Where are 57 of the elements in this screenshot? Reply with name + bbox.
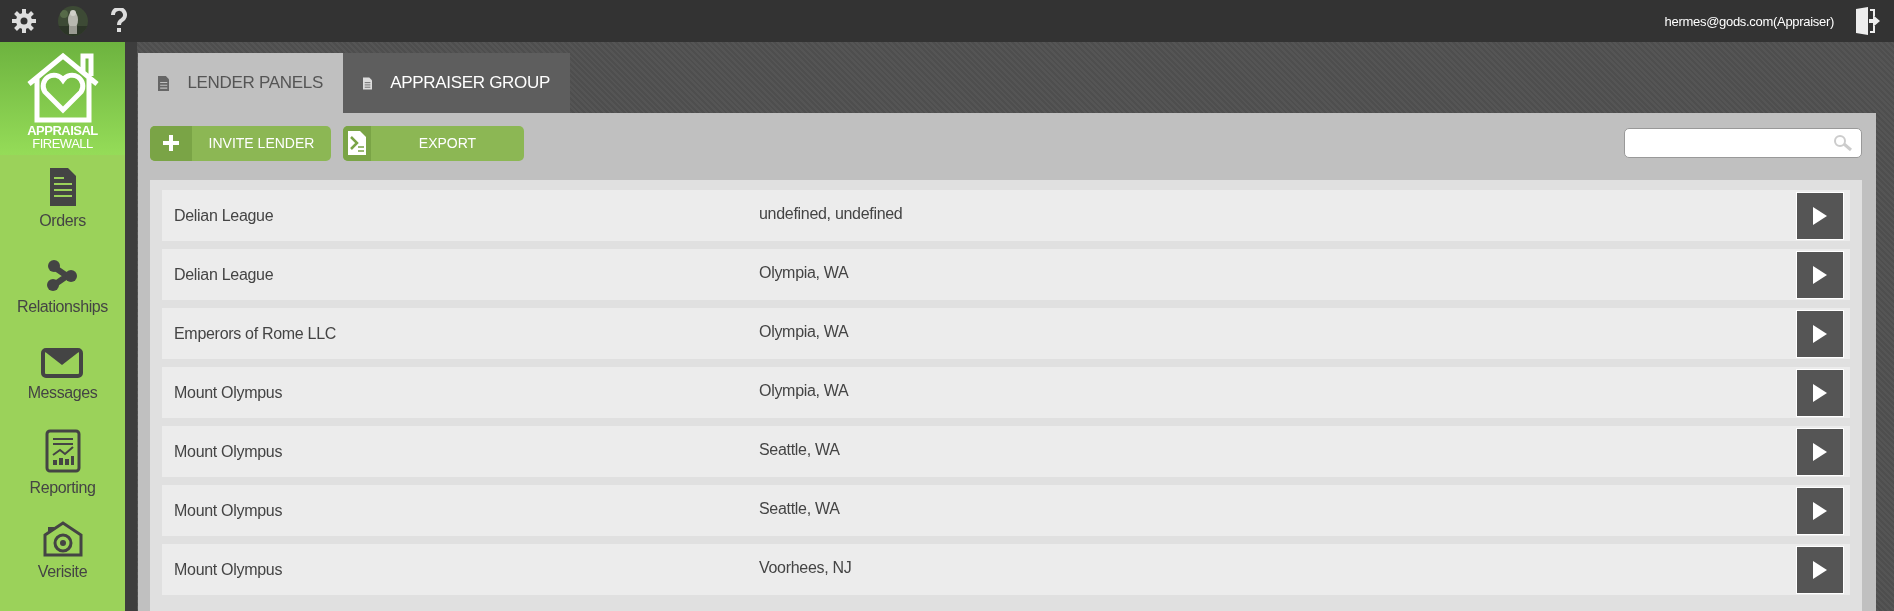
search-field[interactable]: [1624, 128, 1862, 158]
play-icon: [1813, 560, 1827, 579]
play-icon: [1813, 501, 1827, 520]
logout-icon[interactable]: [1856, 7, 1880, 35]
lender-name: Mount Olympus: [174, 560, 284, 579]
play-icon: [1813, 442, 1827, 461]
logo-text: APPRAISAL: [27, 123, 98, 137]
lender-row[interactable]: Emperors of Rome LLC Olympia, WA: [162, 308, 1850, 359]
play-icon: [1813, 206, 1827, 225]
nav-item[interactable]: Messages: [27, 331, 98, 419]
lender-row[interactable]: Delian League Olympia, WA: [162, 249, 1850, 300]
play-icon: [1813, 324, 1827, 343]
nav-item[interactable]: Relationships: [17, 243, 108, 331]
help-icon[interactable]: [110, 8, 128, 34]
settings-icon[interactable]: [12, 9, 36, 33]
lender-name: Mount Olympus: [174, 501, 284, 520]
lender-name: Delian League: [174, 265, 275, 284]
lender-location: Olympia, WA: [759, 322, 850, 342]
nav-item[interactable]: Reporting: [29, 419, 96, 507]
envelope-icon: [41, 348, 84, 378]
lender-location: Voorhees, NJ: [759, 558, 853, 578]
lender-location: Seattle, WA: [759, 499, 841, 519]
lender-row[interactable]: Delian League undefined, undefined: [162, 190, 1850, 241]
connected-nodes-icon: [45, 258, 80, 292]
open-button[interactable]: [1796, 191, 1844, 240]
tab[interactable]: APPRAISER GROUP: [343, 53, 570, 113]
lender-name: Mount Olympus: [174, 442, 284, 461]
play-icon: [1813, 383, 1827, 402]
spreadsheet-export-icon: [348, 131, 366, 155]
open-button[interactable]: [1796, 427, 1844, 476]
lender-name: Emperors of Rome LLC: [174, 324, 338, 343]
lender-row[interactable]: Mount Olympus Voorhees, NJ: [162, 544, 1850, 595]
lender-row[interactable]: Mount Olympus Olympia, WA: [162, 367, 1850, 418]
user-email: hermes@gods.com(Appraiser): [1664, 13, 1834, 29]
open-button[interactable]: [1796, 486, 1844, 535]
lender-name: Mount Olympus: [174, 383, 284, 402]
play-icon: [1813, 265, 1827, 284]
lender-row[interactable]: Mount Olympus Seattle, WA: [162, 426, 1850, 477]
nav-item[interactable]: Orders: [39, 155, 86, 243]
tab[interactable]: LENDER PANELS: [138, 53, 343, 113]
camera-house-icon: [41, 521, 84, 557]
nav-item[interactable]: Verisite: [37, 507, 88, 595]
search-icon: [1833, 134, 1853, 152]
lender-location: Olympia, WA: [759, 263, 850, 283]
lender-name: Delian League: [174, 206, 275, 225]
report-icon: [44, 429, 81, 473]
lender-location: Olympia, WA: [759, 381, 850, 401]
open-button[interactable]: [1796, 250, 1844, 299]
open-button[interactable]: [1796, 545, 1844, 594]
open-button[interactable]: [1796, 309, 1844, 358]
lender-location: Seattle, WA: [759, 440, 841, 460]
lender-location: undefined, undefined: [759, 204, 904, 224]
lender-row[interactable]: Mount Olympus Seattle, WA: [162, 485, 1850, 536]
logo-text: FIREWALL: [32, 136, 93, 150]
plus-icon: [162, 134, 180, 152]
open-button[interactable]: [1796, 368, 1844, 417]
document-icon: [49, 168, 76, 206]
